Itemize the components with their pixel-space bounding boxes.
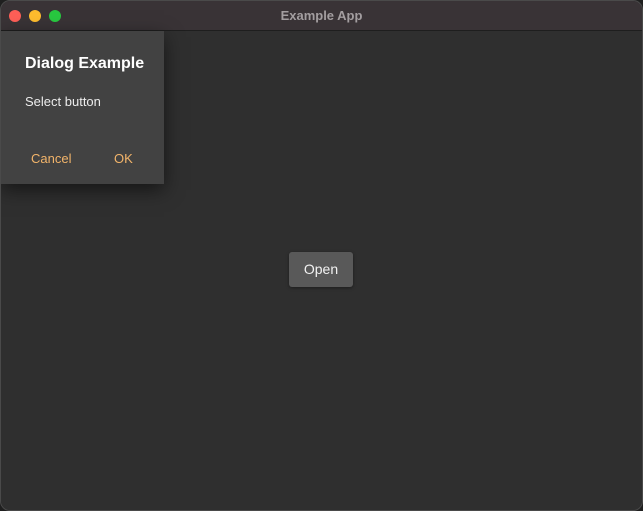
title-bar[interactable]: Example App	[1, 1, 642, 31]
dialog-message: Select button	[25, 94, 101, 109]
ok-button[interactable]: OK	[114, 151, 133, 166]
main-content: Open Dialog Example Select button Cancel…	[1, 31, 642, 510]
cancel-button[interactable]: Cancel	[31, 151, 71, 166]
window-title: Example App	[280, 8, 363, 23]
dialog-title: Dialog Example	[25, 55, 145, 72]
open-button[interactable]: Open	[289, 252, 353, 287]
dialog: Dialog Example Select button Cancel OK	[1, 31, 164, 184]
app-window: Example App Open Dialog Example Select b…	[0, 0, 643, 511]
